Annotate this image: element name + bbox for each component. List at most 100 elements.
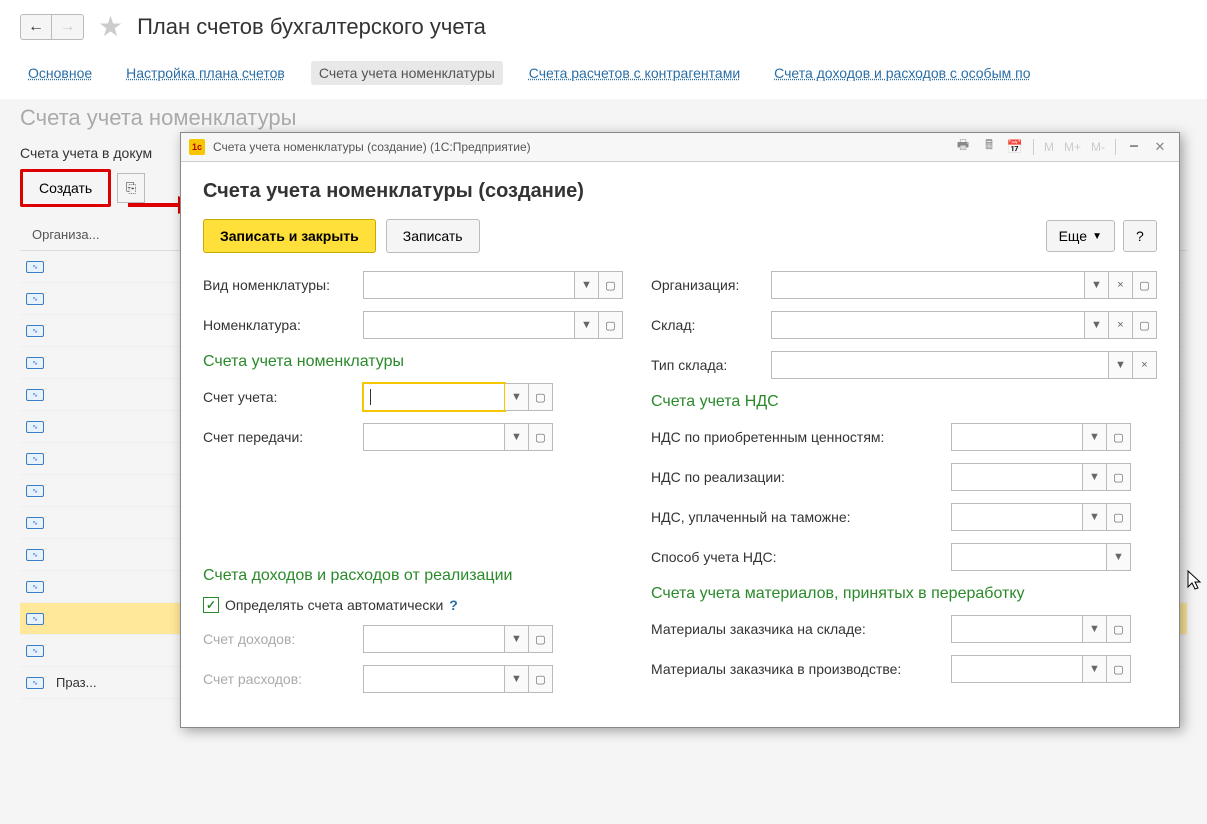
open-icon[interactable]: ▢ [599,271,623,299]
input-schet-dohodov[interactable] [363,625,505,653]
tab-income-expense-accounts[interactable]: Счета доходов и расходов с особым по [766,61,1038,85]
nav-forward-button[interactable]: → [52,14,84,40]
dropdown-icon[interactable]: ▼ [505,423,529,451]
tab-contragent-accounts[interactable]: Счета расчетов с контрагентами [521,61,748,85]
input-vid-nomenklatury[interactable] [363,271,575,299]
open-icon[interactable]: ▢ [1107,615,1131,643]
input-nds-priobr[interactable] [951,423,1083,451]
open-icon[interactable]: ▢ [529,383,553,411]
tab-plan-settings[interactable]: Настройка плана счетов [118,61,293,85]
open-icon[interactable]: ▢ [1107,423,1131,451]
input-schet-ucheta[interactable] [363,383,505,411]
open-icon[interactable]: ▢ [1133,311,1157,339]
dropdown-icon[interactable]: ▼ [505,665,529,693]
label-mat-sklad: Материалы заказчика на складе: [651,621,951,637]
register-mminus-button[interactable]: M- [1088,140,1108,154]
dropdown-icon[interactable]: ▼ [1083,463,1107,491]
input-schet-peredachi[interactable] [363,423,505,451]
dropdown-icon[interactable]: ▼ [1107,543,1131,571]
dropdown-icon[interactable]: ▼ [505,383,529,411]
label-schet-rashodov: Счет расходов: [203,671,363,687]
calendar-icon[interactable]: 📅 [1004,137,1026,157]
input-tip-sklada[interactable] [771,351,1109,379]
column-header-organization[interactable]: Организа... [20,219,180,250]
dropdown-icon[interactable]: ▼ [505,625,529,653]
help-button[interactable]: ? [1123,220,1157,252]
open-icon[interactable]: ▢ [1107,503,1131,531]
app-1c-icon: 1c [189,139,205,155]
dropdown-icon[interactable]: ▼ [1085,311,1109,339]
row-icon: ∿ [26,485,44,497]
open-icon[interactable]: ▢ [529,423,553,451]
more-button[interactable]: Еще▼ [1046,220,1115,252]
dialog-titlebar[interactable]: 1c Счета учета номенклатуры (создание) (… [181,133,1179,162]
input-mat-sklad[interactable] [951,615,1083,643]
dropdown-icon[interactable]: ▼ [1083,615,1107,643]
dropdown-icon[interactable]: ▼ [1083,503,1107,531]
row-icon: ∿ [26,293,44,305]
open-icon[interactable]: ▢ [1107,655,1131,683]
input-nds-real[interactable] [951,463,1083,491]
label-nds-real: НДС по реализации: [651,469,951,485]
input-organizatsiya[interactable] [771,271,1085,299]
section-income-title: Счета доходов и расходов от реализации [203,567,623,585]
row-icon: ∿ [26,549,44,561]
dropdown-icon[interactable]: ▼ [575,311,599,339]
dropdown-icon[interactable]: ▼ [1109,351,1133,379]
print-icon[interactable]: 🖶 [952,137,974,157]
row-icon: ∿ [26,357,44,369]
tab-main[interactable]: Основное [20,61,100,85]
row-icon: ∿ [26,613,44,625]
register-mplus-button[interactable]: M+ [1061,140,1084,154]
minimize-icon[interactable]: 🗕 [1123,137,1145,157]
checkbox-auto-determine[interactable]: ✓ [203,597,219,613]
label-tip-sklada: Тип склада: [651,357,771,373]
create-button[interactable]: Создать [20,169,111,207]
clear-icon[interactable]: × [1109,311,1133,339]
label-nds-tamozh: НДС, уплаченный на таможне: [651,509,951,525]
label-mat-proizv: Материалы заказчика в производстве: [651,661,951,677]
close-icon[interactable]: ✕ [1149,137,1171,157]
copy-icon-button[interactable]: ⎘ [117,173,145,203]
clear-icon[interactable]: × [1109,271,1133,299]
tab-nomenclature-accounts[interactable]: Счета учета номенклатуры [311,61,503,85]
open-icon[interactable]: ▢ [599,311,623,339]
label-schet-dohodov: Счет доходов: [203,631,363,647]
row-icon: ∿ [26,645,44,657]
input-mat-proizv[interactable] [951,655,1083,683]
label-organizatsiya: Организация: [651,277,771,293]
dropdown-icon[interactable]: ▼ [575,271,599,299]
label-schet-peredachi: Счет передачи: [203,429,363,445]
open-icon[interactable]: ▢ [1107,463,1131,491]
dialog-window: 1c Счета учета номенклатуры (создание) (… [180,132,1180,728]
copy-icon: ⎘ [126,180,136,196]
label-nomenklatura: Номенклатура: [203,317,363,333]
input-sklad[interactable] [771,311,1085,339]
dropdown-icon[interactable]: ▼ [1085,271,1109,299]
save-and-close-button[interactable]: Записать и закрыть [203,219,376,253]
label-nds-priobr: НДС по приобретенным ценностям: [651,429,951,445]
row-icon: ∿ [26,517,44,529]
open-icon[interactable]: ▢ [1133,271,1157,299]
input-nds-tamozh[interactable] [951,503,1083,531]
input-schet-rashodov[interactable] [363,665,505,693]
nav-back-button[interactable]: ← [20,14,52,40]
favorite-star-icon[interactable]: ★ [98,10,123,43]
input-sposob-nds[interactable] [951,543,1107,571]
input-nomenklatura[interactable] [363,311,575,339]
dropdown-icon[interactable]: ▼ [1083,655,1107,683]
chevron-down-icon: ▼ [1092,231,1102,242]
dropdown-icon[interactable]: ▼ [1083,423,1107,451]
open-icon[interactable]: ▢ [529,625,553,653]
dialog-heading: Счета учета номенклатуры (создание) [203,180,1157,203]
register-m-button[interactable]: M [1041,140,1057,154]
section-nds-title: Счета учета НДС [651,393,1157,411]
calculator-icon[interactable]: 🖩 [978,137,1000,157]
clear-icon[interactable]: × [1133,351,1157,379]
checkbox-auto-label: Определять счета автоматически [225,597,443,613]
help-hint-icon[interactable]: ? [449,597,458,613]
row-icon: ∿ [26,421,44,433]
row-icon: ∿ [26,325,44,337]
save-button[interactable]: Записать [386,219,480,253]
open-icon[interactable]: ▢ [529,665,553,693]
